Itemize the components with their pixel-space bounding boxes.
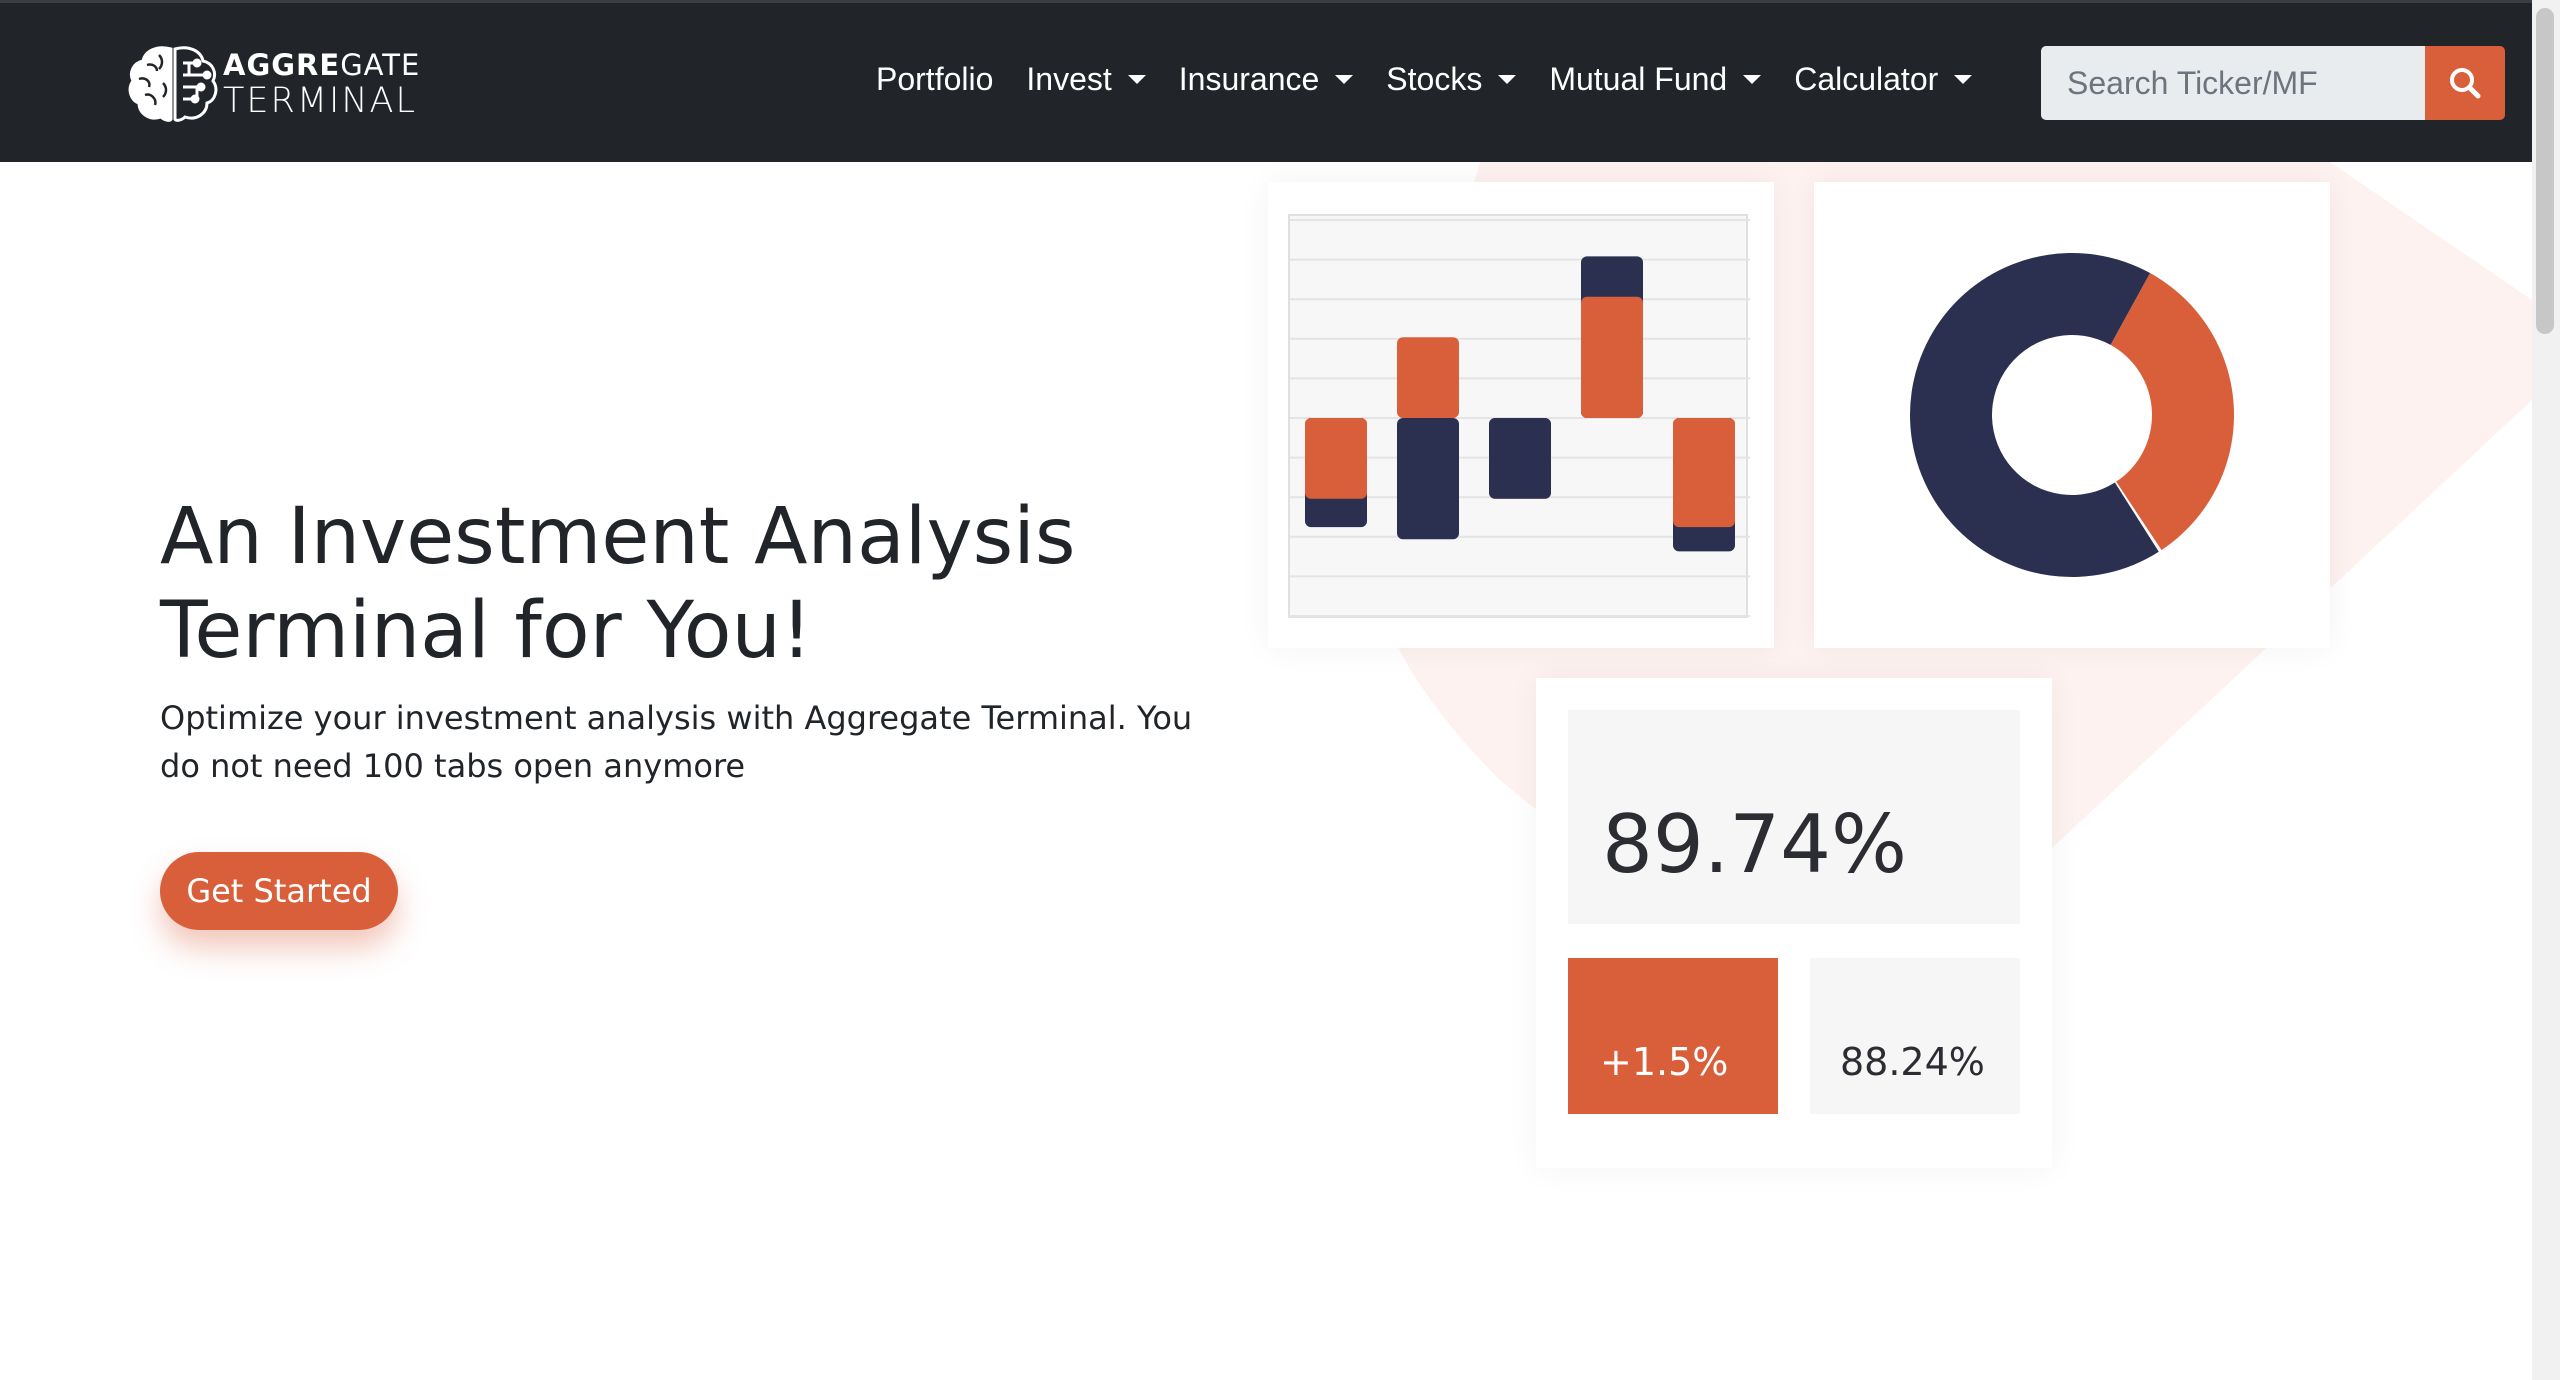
- search-form: [2041, 44, 2505, 122]
- caret-down-icon: [1127, 75, 1146, 84]
- bar-chart-panel: [1288, 214, 1750, 618]
- donut-chart-card: [1814, 182, 2330, 648]
- bar-3-series-2: [1489, 418, 1551, 499]
- hero-title: An Investment Analysis Terminal for You!: [160, 492, 1076, 676]
- donut-slice-2: [1910, 253, 2159, 578]
- brand-wordmark: AGGREGATE TERMINAL: [223, 48, 421, 121]
- stat-secondary-tile: 88.24%: [1810, 958, 2020, 1114]
- navbar: AGGREGATE TERMINAL Portfolio Invest Insu…: [0, 3, 2532, 162]
- bar-2-series-1: [1397, 337, 1459, 418]
- stat-main-value: 89.74%: [1602, 798, 1908, 891]
- caret-down-icon: [1954, 75, 1973, 84]
- stat-secondary-value: 88.24%: [1840, 1040, 1985, 1084]
- stats-card: 89.74% +1.5% 88.24%: [1536, 678, 2052, 1168]
- bar-chart: [1290, 219, 1750, 617]
- nav-insurance-dropdown[interactable]: Insurance: [1179, 61, 1354, 98]
- bar-2-series-2: [1397, 418, 1459, 540]
- search-icon: [2450, 68, 2481, 99]
- brand-logo[interactable]: AGGREGATE TERMINAL: [127, 43, 427, 123]
- nav-mutual-fund-dropdown[interactable]: Mutual Fund: [1549, 61, 1762, 98]
- caret-down-icon: [1498, 75, 1517, 84]
- nav-portfolio[interactable]: Portfolio: [876, 61, 993, 98]
- nav-invest-dropdown[interactable]: Invest: [1026, 61, 1146, 98]
- donut-chart: [1910, 253, 2234, 578]
- nav-stocks-dropdown[interactable]: Stocks: [1386, 61, 1517, 98]
- search-button[interactable]: [2425, 46, 2505, 120]
- bar-chart-card: [1268, 182, 1774, 648]
- bar-1-series-1: [1305, 418, 1367, 499]
- nav-menu: Portfolio Invest Insurance Stocks Mutual…: [876, 61, 2005, 98]
- get-started-button[interactable]: Get Started: [160, 852, 398, 930]
- stat-main-tile: 89.74%: [1568, 710, 2020, 924]
- bar-4-series-1: [1581, 296, 1643, 418]
- caret-down-icon: [1743, 75, 1762, 84]
- hero-subtitle: Optimize your investment analysis with A…: [160, 699, 1193, 785]
- search-input[interactable]: [2041, 46, 2427, 120]
- scrollbar-thumb[interactable]: [2536, 8, 2554, 334]
- nav-calculator-dropdown[interactable]: Calculator: [1794, 61, 1973, 98]
- brain-circuit-icon: [128, 46, 218, 122]
- stat-change-tile: +1.5%: [1568, 958, 1778, 1114]
- caret-down-icon: [1335, 75, 1354, 84]
- bar-5-series-1: [1673, 418, 1735, 528]
- stat-change-value: +1.5%: [1600, 1040, 1729, 1084]
